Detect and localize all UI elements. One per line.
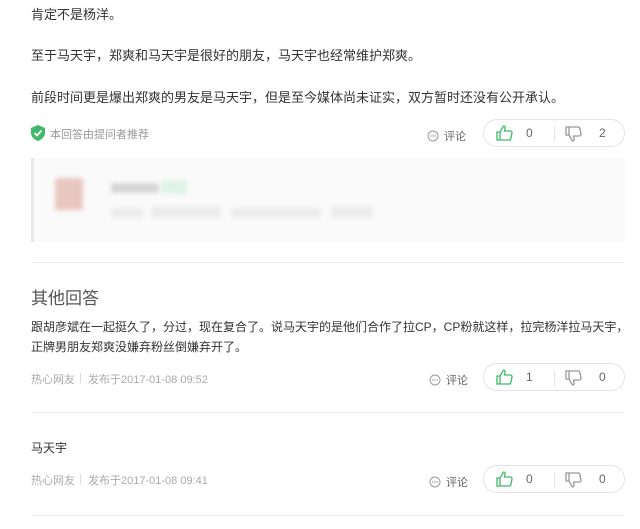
other-answer-line-2: 正牌男朋友郑爽没嫌弃粉丝倒嫌弃开了。 [31,340,248,354]
avatar [55,178,83,210]
thumbs-down-icon [565,370,582,391]
thumbs-up-icon [496,471,513,492]
thumbs-down-icon [565,126,582,147]
answer-divider [31,412,625,413]
vote-group: 1 0 [483,363,625,391]
upvote-count: 0 [526,126,533,140]
upvote-button[interactable]: 0 [484,120,555,146]
downvote-count: 2 [599,126,606,140]
comment-button[interactable]: 评论 [429,474,471,489]
thumbs-up-icon [496,369,513,390]
section-divider [31,262,625,263]
upvote-count: 0 [526,472,533,486]
author-link[interactable]: 热心网友 [31,371,75,387]
vote-group: 0 0 [483,465,625,493]
other-answer-line-1: 跟胡彦斌在一起挺久了，分过，现在复合了。说马天宇的是他们合作了拉CP，CP粉就这… [31,320,629,334]
comment-preview [31,158,625,242]
answer-divider [31,515,625,516]
comment-button[interactable]: 评论 [429,372,471,387]
downvote-button[interactable]: 0 [555,466,626,492]
comment-label: 评论 [446,375,468,387]
comment-label: 评论 [446,477,468,489]
comment-icon [429,475,441,493]
shield-check-icon [31,125,45,146]
downvote-button[interactable]: 0 [555,364,626,390]
downvote-count: 0 [599,472,606,486]
comment-icon [429,373,441,391]
other-answer-line-1: 马天宇 [31,441,68,455]
upvote-count: 1 [526,370,533,384]
thumbs-down-icon [565,472,582,493]
upvote-button[interactable]: 0 [484,466,555,492]
vote-group: 0 2 [483,119,625,147]
upvote-button[interactable]: 1 [484,364,555,390]
publish-time: 发布于2017-01-08 09:41 [88,475,208,487]
answer-line-1: 肯定不是杨洋。 [31,7,123,22]
downvote-button[interactable]: 2 [555,120,626,146]
publish-time: 发布于2017-01-08 09:52 [88,374,208,386]
comment-icon [427,129,439,147]
other-answers-title: 其他回答 [31,289,99,308]
answer-line-3: 前段时间更是爆出郑爽的男友是马天宇，但是至今媒体尚未证实，双方暂时还没有公开承认… [31,90,565,105]
comment-button[interactable]: 评论 [427,128,469,143]
recommend-label: 本回答由提问者推荐 [50,129,149,141]
answer-line-2: 至于马天宇，郑爽和马天宇是很好的朋友，马天宇也经常维护郑爽。 [31,48,422,63]
thumbs-up-icon [496,125,513,146]
author-link[interactable]: 热心网友 [31,472,75,488]
comment-label: 评论 [444,131,466,143]
downvote-count: 0 [599,370,606,384]
